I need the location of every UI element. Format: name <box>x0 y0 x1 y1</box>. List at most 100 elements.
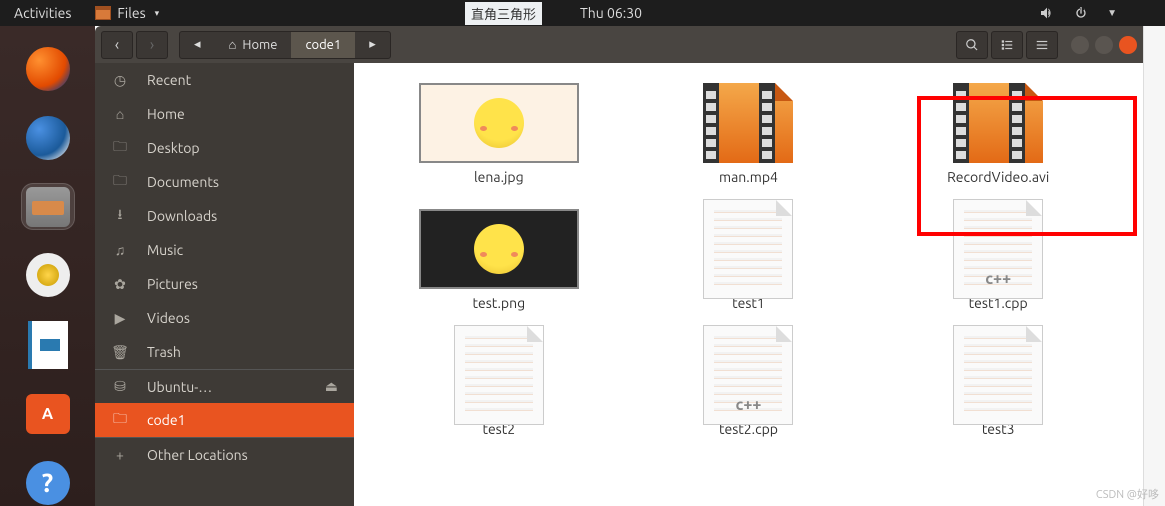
sidebar-item-ubuntu-[interactable]: ⛁ Ubuntu-… ⏏ <box>95 369 354 403</box>
appmenu-files[interactable]: Files ▾ <box>85 5 169 21</box>
sidebar-item-trash[interactable]: 🗑Trash <box>95 335 354 369</box>
minimize-button[interactable] <box>1071 36 1089 54</box>
path-prev-button[interactable]: ◂ <box>180 32 215 58</box>
file-label: RecordVideo.avi <box>947 169 1049 185</box>
sidebar-item-videos[interactable]: ▶ Videos <box>95 301 354 335</box>
sidebar-item-pictures[interactable]: ✿Pictures <box>95 267 354 301</box>
text-file-icon <box>419 335 579 415</box>
file-test2[interactable]: test2 <box>414 335 584 437</box>
activities-button[interactable]: Activities <box>0 5 85 21</box>
sidebar-label: Pictures <box>147 276 198 292</box>
volume-icon <box>1039 5 1055 21</box>
path-next-button[interactable]: ▸ <box>355 32 390 58</box>
watermark: CSDN @好哆 <box>1096 486 1159 502</box>
sidebar-item-recent[interactable]: ◷ Recent <box>95 63 354 97</box>
file-man-mp4[interactable]: man.mp4 <box>663 83 833 185</box>
dock-software[interactable]: A <box>21 391 75 438</box>
clock[interactable]: Thu 06:30 <box>580 5 642 21</box>
sidebar-icon: 🗀 <box>111 136 129 160</box>
sidebar-item-desktop[interactable]: 🗀 Desktop <box>95 131 354 165</box>
sidebar-label: Ubuntu-… <box>147 379 212 395</box>
window-controls <box>1071 36 1137 54</box>
sidebar-item-downloads[interactable]: ⭳ Downloads <box>95 199 354 233</box>
sidebar-icon: 🗀 <box>111 170 129 194</box>
search-icon <box>965 38 979 52</box>
file-lena-jpg[interactable]: lena.jpg <box>414 83 584 185</box>
search-button[interactable] <box>956 31 988 59</box>
dock-firefox[interactable] <box>21 46 75 93</box>
nav-back-button[interactable]: ‹ <box>101 31 133 59</box>
launcher-dock: A ? <box>0 26 95 506</box>
sidebar-label: Documents <box>147 174 219 190</box>
sidebar-item-code1[interactable]: 🗀code1 <box>95 403 354 437</box>
dock-thunderbird[interactable] <box>21 115 75 162</box>
dock-help[interactable]: ? <box>21 459 75 506</box>
file-grid[interactable]: lena.jpg man.mp4 RecordVideo.avi test.png te… <box>354 63 1143 506</box>
files-app-icon <box>95 6 111 20</box>
file-label: man.mp4 <box>719 169 778 185</box>
dock-files[interactable] <box>21 183 75 230</box>
help-icon: ? <box>26 461 70 505</box>
sidebar-icon: ▶ <box>111 310 129 327</box>
sidebar-icon: ⛁ <box>111 378 129 395</box>
sidebar-icon: + <box>111 447 129 463</box>
thunderbird-icon <box>26 116 70 160</box>
dock-libreoffice[interactable] <box>21 321 75 369</box>
file-test2-cpp[interactable]: c++test2.cpp <box>663 335 833 437</box>
tray-dropdown-icon: ▼ <box>1107 7 1117 19</box>
sidebar-item-documents[interactable]: 🗀 Documents <box>95 165 354 199</box>
files-toolbar: ‹ › ◂ ⌂ Home code1 ▸ <box>95 26 1143 63</box>
libreoffice-writer-icon <box>28 321 68 369</box>
sidebar-icon: ♫ <box>111 242 129 258</box>
view-toggle-button[interactable] <box>991 31 1023 59</box>
sidebar-icon: ⭳ <box>111 204 129 228</box>
eject-icon[interactable]: ⏏ <box>325 378 338 395</box>
file-test-png[interactable]: test.png <box>414 209 584 311</box>
annotation-pill: 直角三角形 <box>465 2 542 25</box>
sidebar-item-other-locations[interactable]: +Other Locations <box>95 437 354 471</box>
video-icon <box>918 83 1078 163</box>
home-icon: ⌂ <box>229 37 237 52</box>
close-button[interactable] <box>1119 36 1137 54</box>
image-thumbnail <box>419 83 579 163</box>
sidebar-label: Desktop <box>147 140 200 156</box>
image-thumbnail <box>419 209 579 289</box>
right-scroll-gutter <box>1143 26 1165 506</box>
path-current[interactable]: code1 <box>291 32 355 58</box>
sidebar-icon: ◷ <box>111 72 129 89</box>
path-home[interactable]: ⌂ Home <box>215 32 292 58</box>
hamburger-icon <box>1035 38 1049 52</box>
cpp-file-icon: c++ <box>918 209 1078 289</box>
places-sidebar: ◷ Recent ⌂ Home 🗀 Desktop 🗀 Documents ⭳ Downloads… <box>95 63 354 506</box>
sidebar-icon: 🗀 <box>111 408 129 432</box>
appmenu-label: Files <box>117 5 145 21</box>
file-test1-cpp[interactable]: c++test1.cpp <box>913 209 1083 311</box>
dock-rhythmbox[interactable] <box>21 252 75 299</box>
file-label: lena.jpg <box>474 169 524 185</box>
sidebar-label: Recent <box>147 72 191 88</box>
file-RecordVideo-avi[interactable]: RecordVideo.avi <box>913 83 1083 185</box>
file-test1[interactable]: test1 <box>663 209 833 311</box>
file-label: test.png <box>473 295 526 311</box>
files-icon <box>26 187 70 227</box>
sidebar-icon: ⌂ <box>111 106 129 122</box>
sidebar-item-music[interactable]: ♫Music <box>95 233 354 267</box>
power-icon <box>1073 5 1089 21</box>
sidebar-label: Videos <box>147 310 190 326</box>
file-test3[interactable]: test3 <box>913 335 1083 437</box>
sidebar-label: Home <box>147 106 185 122</box>
gnome-topbar: Activities Files ▾ 直角三角形 Thu 06:30 ▼ <box>0 0 1165 26</box>
appmenu-dropdown-icon: ▾ <box>155 8 160 19</box>
software-icon: A <box>26 394 70 434</box>
nav-forward-button[interactable]: › <box>136 31 168 59</box>
text-file-icon <box>918 335 1078 415</box>
system-tray[interactable]: ▼ <box>1039 5 1117 21</box>
cpp-file-icon: c++ <box>668 335 828 415</box>
path-home-label: Home <box>242 38 277 52</box>
sidebar-item-home[interactable]: ⌂ Home <box>95 97 354 131</box>
sidebar-icon: 🗑 <box>111 344 129 361</box>
sidebar-label: Downloads <box>147 208 217 224</box>
maximize-button[interactable] <box>1095 36 1113 54</box>
menu-button[interactable] <box>1026 31 1058 59</box>
path-bar: ◂ ⌂ Home code1 ▸ <box>179 31 391 59</box>
